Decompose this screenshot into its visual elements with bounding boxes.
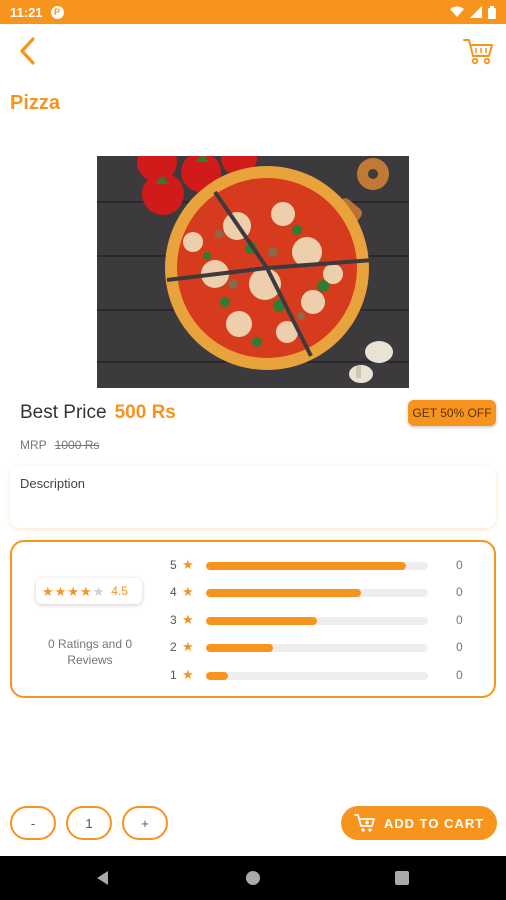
rating-bar-fill: [206, 672, 229, 680]
quantity-decrease-button[interactable]: -: [10, 806, 56, 840]
star-icon: ★: [79, 583, 92, 599]
rating-bar-row: 5 ★ 0: [170, 557, 463, 572]
star-icon: ★: [67, 583, 79, 599]
quantity-value[interactable]: 1: [66, 806, 112, 840]
star-icon: ★: [92, 583, 105, 599]
rating-bar-count: 0: [456, 640, 463, 654]
description-title: Description: [20, 476, 86, 491]
discount-badge[interactable]: GET 50% OFF: [408, 400, 496, 426]
star-icon: ★: [182, 612, 194, 627]
back-button[interactable]: [14, 36, 44, 66]
nav-recents-icon[interactable]: [395, 871, 409, 885]
cart-icon: [463, 39, 493, 65]
status-icons: [450, 5, 496, 19]
average-rating-value: 4.5: [111, 584, 128, 598]
rating-bar-count: 0: [456, 558, 463, 572]
star-icon: ★: [182, 584, 194, 599]
rating-bar-fill: [206, 562, 406, 570]
price-value: 500 Rs: [114, 402, 176, 423]
rating-bar-row: 1 ★ 0: [170, 667, 463, 682]
rating-bar-star: 1: [170, 668, 177, 682]
star-icon: ★: [42, 583, 54, 599]
rating-bar-fill: [206, 644, 273, 652]
price-row: Best Price 500 Rs: [20, 402, 176, 424]
page-title: Pizza: [10, 92, 61, 114]
rating-bar-row: 4 ★ 0: [170, 584, 463, 599]
signal-icon: [470, 6, 482, 18]
mrp-row: MRP 1000 Rs: [20, 438, 99, 452]
ratings-card: ★ ★ ★ ★ ★ 4.5 0 Ratings and 0 Reviews 5 …: [10, 540, 496, 698]
quantity-increase-button[interactable]: +: [122, 806, 168, 840]
rating-bar-star: 4: [170, 585, 177, 599]
status-time: 11:21: [10, 4, 43, 20]
system-nav-bar: [0, 856, 506, 900]
toolbar: [0, 24, 506, 80]
star-icon: ★: [182, 557, 194, 572]
rating-bar-row: 3 ★ 0: [170, 612, 463, 627]
price-label: Best Price: [20, 402, 107, 423]
nav-home-icon[interactable]: [246, 871, 260, 885]
nav-back-icon[interactable]: [97, 871, 108, 885]
rating-bar-fill: [206, 617, 317, 625]
rating-bar-track: [206, 617, 428, 625]
status-bar: 11:21 P: [0, 0, 506, 24]
rating-bar-track: [206, 644, 428, 652]
star-icon: ★: [54, 583, 67, 599]
rating-bar-star: 3: [170, 613, 177, 627]
mrp-label: MRP: [20, 438, 47, 452]
average-rating-pill: ★ ★ ★ ★ ★ 4.5: [36, 578, 142, 604]
rating-bar-count: 0: [456, 668, 463, 682]
mrp-value: 1000 Rs: [54, 438, 100, 452]
rating-bar-count: 0: [456, 585, 463, 599]
rating-bar-track: [206, 589, 428, 597]
add-to-cart-label: ADD TO CART: [383, 815, 485, 831]
rating-bar-track: [206, 672, 428, 680]
product-image: [97, 156, 409, 388]
description-card: Description: [10, 466, 496, 528]
ratings-summary: 0 Ratings and 0 Reviews: [47, 637, 133, 667]
add-to-cart-button[interactable]: ADD TO CART: [341, 806, 497, 840]
star-icon: ★: [182, 639, 194, 654]
battery-icon: [488, 5, 496, 19]
rating-bar-track: [206, 562, 428, 570]
cart-plus-icon: [353, 814, 375, 832]
cart-button[interactable]: [462, 36, 494, 66]
rating-bar-count: 0: [456, 613, 463, 627]
wifi-icon: [450, 6, 464, 17]
rating-bar-star: 5: [170, 558, 177, 572]
rating-bar-star: 2: [170, 640, 177, 654]
rating-bar-fill: [206, 589, 362, 597]
chevron-left-icon: [20, 37, 35, 65]
app-notification-icon: P: [50, 5, 64, 19]
rating-bar-row: 2 ★ 0: [170, 639, 463, 654]
star-icon: ★: [182, 667, 194, 682]
